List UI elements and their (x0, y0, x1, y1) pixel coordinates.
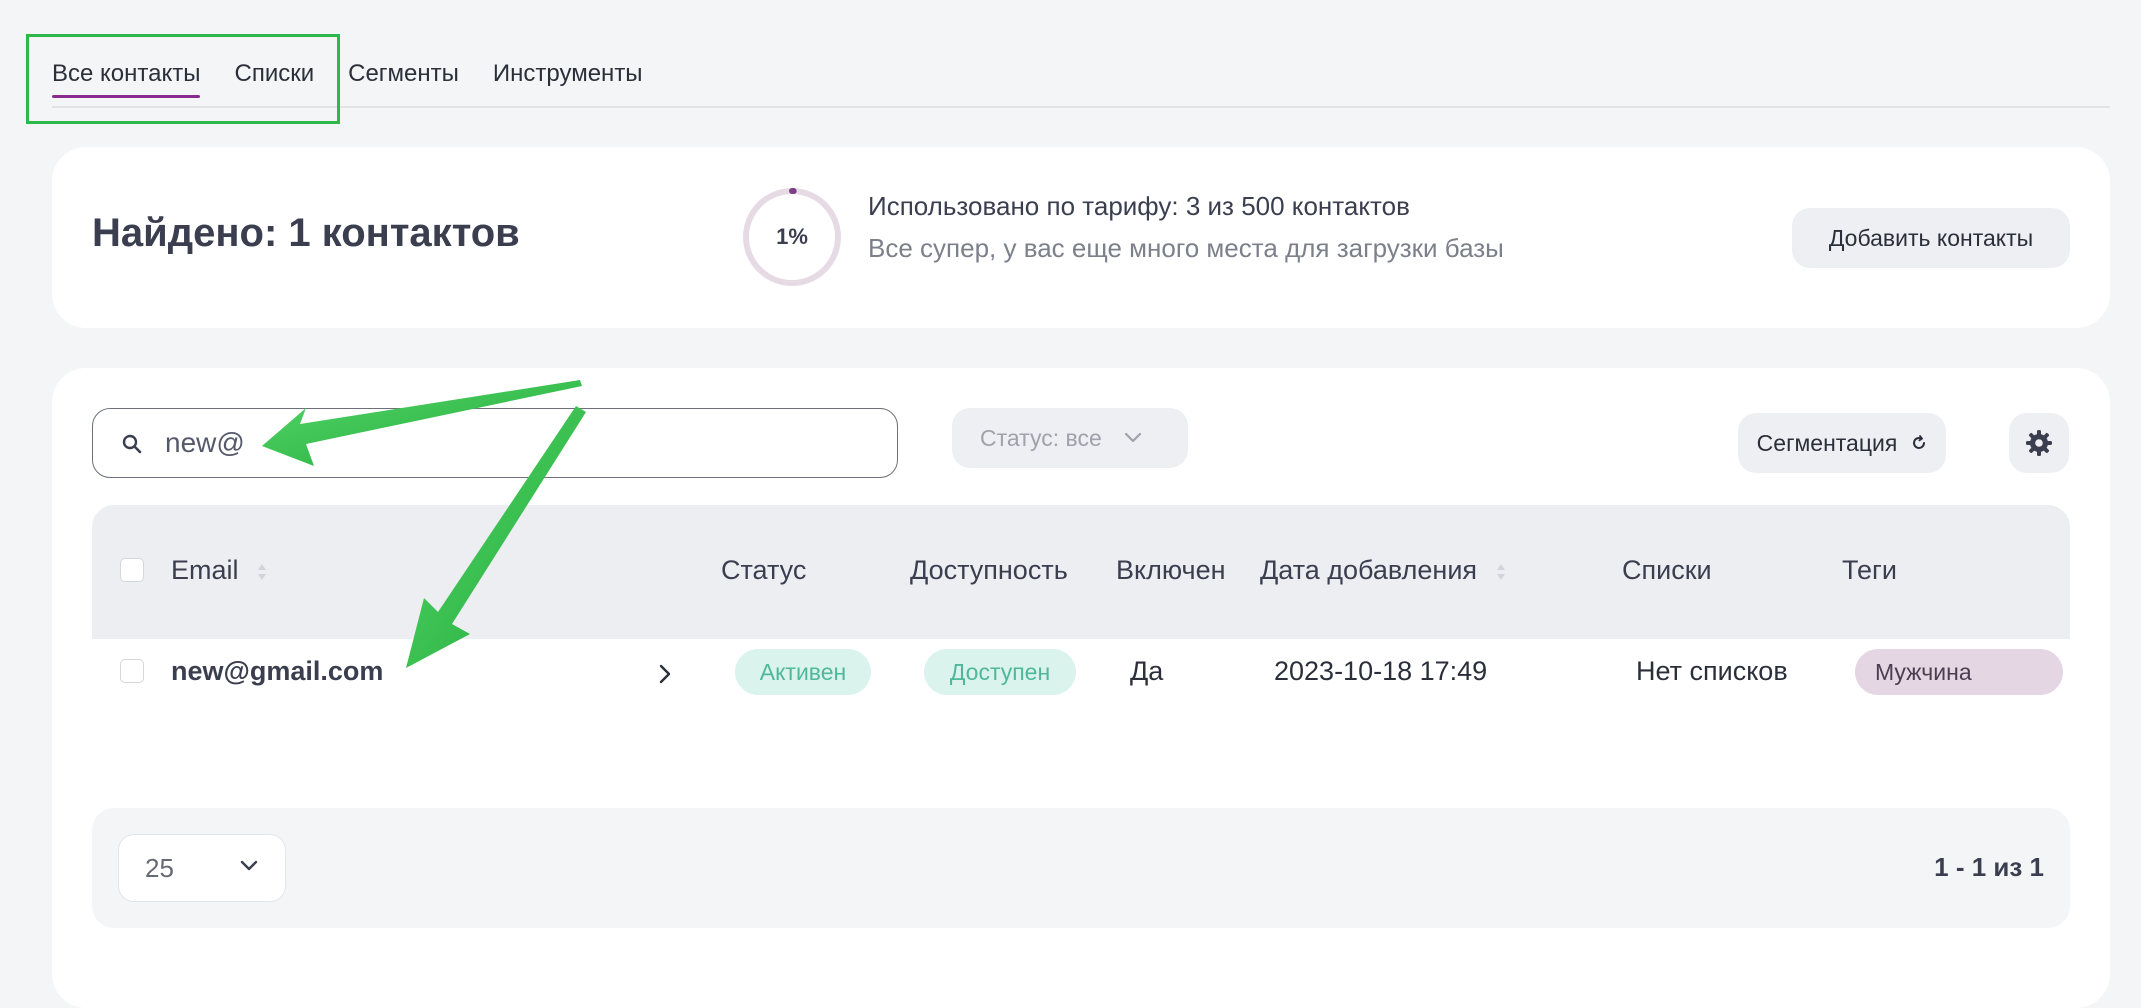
search-input[interactable] (165, 422, 865, 464)
row-included: Да (1130, 656, 1164, 686)
tag-badge: Мужчина (1855, 649, 2063, 695)
segmentation-label: Сегментация (1756, 429, 1898, 456)
settings-button[interactable] (2009, 413, 2069, 473)
select-all-checkbox[interactable] (120, 558, 144, 582)
column-header-status: Статус (721, 555, 807, 585)
segmentation-button[interactable]: Сегментация (1738, 413, 1946, 473)
status-badge: Активен (735, 649, 871, 695)
row-date-added: 2023-10-18 17:49 (1274, 656, 1488, 686)
usage-subtitle: Все супер, у вас еще много места для заг… (868, 233, 1504, 263)
table-row[interactable]: new@gmail.com Активен Доступен Да 2023-1… (92, 639, 2070, 715)
table-header: Email Статус Доступность Включен Дата до… (92, 505, 2070, 639)
column-header-email[interactable]: Email (171, 555, 268, 586)
page-size-value: 25 (145, 852, 174, 883)
sort-icon (1496, 563, 1505, 580)
chevron-right-icon[interactable] (658, 663, 672, 685)
tab-lists[interactable]: Списки (234, 54, 314, 98)
usage-progress-ring: 1% (740, 185, 844, 289)
usage-percent-label: 1% (776, 224, 808, 249)
usage-title: Использовано по тарифу: 3 из 500 контакт… (868, 191, 1410, 221)
tab-all-contacts[interactable]: Все контакты (52, 54, 201, 98)
row-checkbox[interactable] (120, 659, 144, 683)
tab-tools[interactable]: Инструменты (493, 54, 643, 98)
table-footer: 25 1 - 1 из 1 (92, 808, 2070, 928)
chevron-down-icon (240, 860, 258, 871)
column-header-availability: Доступность (910, 555, 1068, 585)
add-contacts-button[interactable]: Добавить контакты (1792, 208, 2070, 268)
column-header-tags: Теги (1842, 555, 1897, 585)
column-header-lists: Списки (1622, 555, 1712, 585)
sort-icon (258, 563, 267, 580)
summary-card: Найдено: 1 контактов 1% Использовано по … (52, 147, 2110, 328)
search-box[interactable] (92, 408, 898, 478)
availability-badge: Доступен (924, 649, 1076, 695)
status-filter-label: Статус: все (980, 424, 1102, 451)
app-frame: Все контакты Списки Сегменты Инструменты… (0, 0, 2141, 1008)
tab-bar: Все контакты Списки Сегменты Инструменты (52, 54, 2110, 108)
column-header-included: Включен (1116, 555, 1226, 585)
found-count-title: Найдено: 1 контактов (92, 211, 520, 255)
contacts-card: Статус: все Сегментация (52, 368, 2110, 1008)
chevron-down-icon (1124, 432, 1141, 443)
tab-segments[interactable]: Сегменты (348, 54, 459, 98)
status-filter-dropdown[interactable]: Статус: все (952, 408, 1188, 468)
search-icon (122, 434, 142, 454)
refresh-icon (1911, 435, 1927, 451)
column-header-date-added[interactable]: Дата добавления (1260, 555, 1507, 586)
page-size-select[interactable]: 25 (118, 834, 286, 902)
row-lists: Нет списков (1636, 656, 1788, 686)
gear-icon (2026, 430, 2052, 456)
row-email[interactable]: new@gmail.com (171, 656, 383, 687)
pagination-info: 1 - 1 из 1 (1934, 852, 2044, 882)
